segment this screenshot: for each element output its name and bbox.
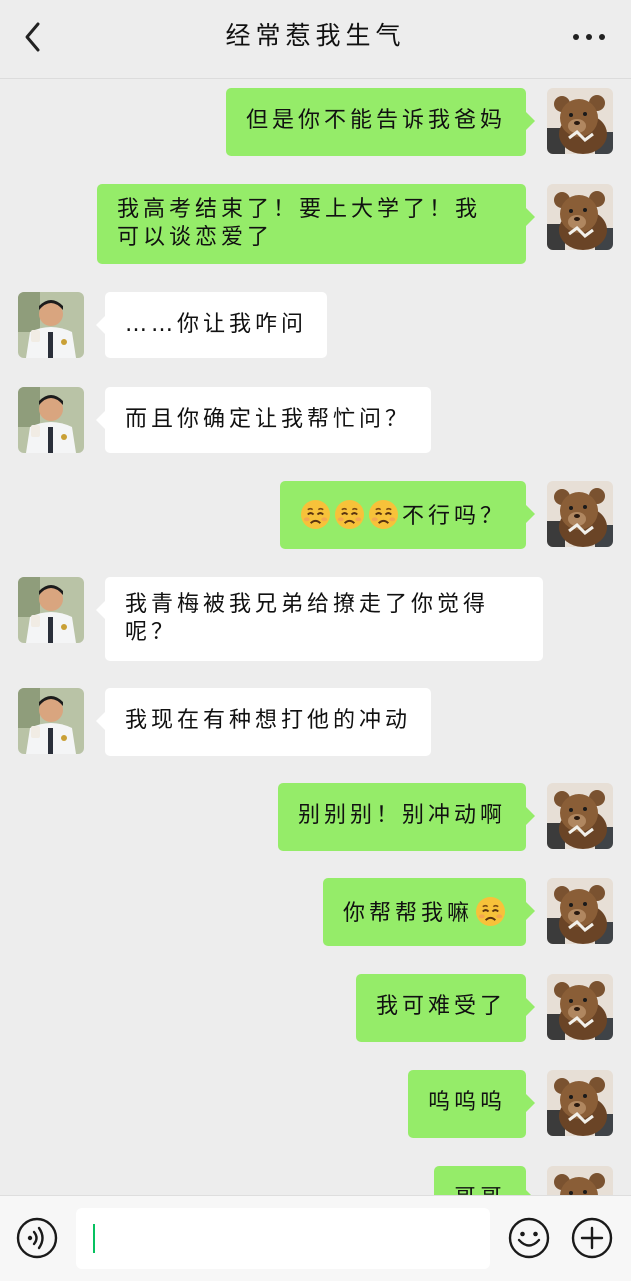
contact-avatar[interactable] [18, 577, 84, 643]
message-bubble[interactable]: 你帮帮我嘛 [322, 878, 536, 946]
contact-avatar[interactable] [18, 688, 84, 754]
pleading-face-emoji [475, 896, 506, 927]
message-text: 别别别！别冲动啊 [297, 803, 506, 828]
self-avatar[interactable] [547, 184, 613, 250]
input-bar [0, 1195, 631, 1281]
message-list[interactable]: 但是你不能告诉我爸妈 我高考结束了！要上大学了！我可以谈恋爱了 ……你让我咋问 … [0, 79, 631, 1195]
text-caret [93, 1224, 95, 1253]
message-bubble[interactable]: 但是你不能告诉我爸妈 [225, 88, 536, 156]
contact-avatar[interactable] [18, 387, 84, 453]
pleading-face-emoji [368, 499, 399, 530]
more-functions-button[interactable] [570, 1216, 614, 1260]
self-avatar[interactable] [547, 88, 613, 154]
message-input[interactable] [76, 1208, 490, 1269]
message-text: 我现在有种想打他的冲动 [125, 708, 412, 733]
message-text: 呜呜呜 [427, 1090, 506, 1115]
message-bubble[interactable]: 我可难受了 [355, 974, 536, 1042]
plus-icon [571, 1217, 613, 1259]
message-bubble[interactable]: 哥哥 [433, 1166, 536, 1195]
message-text: 但是你不能告诉我爸妈 [245, 108, 506, 133]
voice-input-button[interactable] [15, 1216, 59, 1260]
more-options-button[interactable] [569, 24, 609, 50]
pleading-face-emoji [300, 499, 331, 530]
message-bubble[interactable]: 不行吗？ [279, 481, 536, 549]
chat-header: 经常惹我生气 [0, 0, 631, 79]
message-text: 哥哥 [454, 1186, 506, 1195]
more-dot-icon [573, 34, 579, 40]
chat-title: 经常惹我生气 [225, 21, 406, 50]
emoji-button[interactable] [507, 1216, 551, 1260]
message-bubble[interactable]: 我青梅被我兄弟给撩走了你觉得呢？ [96, 577, 543, 661]
message-bubble[interactable]: ……你让我咋问 [95, 292, 328, 358]
self-avatar[interactable] [547, 1070, 613, 1136]
message-text: 不行吗？ [401, 504, 506, 529]
message-text: 而且你确定让我帮忙问？ [125, 407, 412, 432]
pleading-face-emoji [334, 499, 365, 530]
self-avatar[interactable] [547, 974, 613, 1040]
smiley-icon [508, 1217, 550, 1259]
message-text: 我青梅被我兄弟给撩走了你觉得呢？ [125, 592, 490, 645]
message-text: 我高考结束了！要上大学了！我可以谈恋爱了 [117, 197, 482, 250]
self-avatar[interactable] [547, 1166, 613, 1195]
message-bubble[interactable]: 呜呜呜 [407, 1070, 536, 1138]
message-bubble[interactable]: 别别别！别冲动啊 [277, 783, 536, 851]
message-text: ……你让我咋问 [125, 312, 308, 337]
message-bubble[interactable]: 而且你确定让我帮忙问？ [95, 387, 432, 453]
contact-avatar[interactable] [18, 292, 84, 358]
self-avatar[interactable] [547, 783, 613, 849]
message-bubble[interactable]: 我现在有种想打他的冲动 [95, 688, 432, 756]
message-text: 你帮帮我嘛 [342, 901, 473, 926]
message-bubble[interactable]: 我高考结束了！要上大学了！我可以谈恋爱了 [97, 184, 535, 264]
self-avatar[interactable] [547, 481, 613, 547]
more-dot-icon [599, 34, 605, 40]
voice-icon [16, 1217, 58, 1259]
more-dot-icon [586, 34, 592, 40]
self-avatar[interactable] [547, 878, 613, 944]
message-text: 我可难受了 [375, 994, 506, 1019]
